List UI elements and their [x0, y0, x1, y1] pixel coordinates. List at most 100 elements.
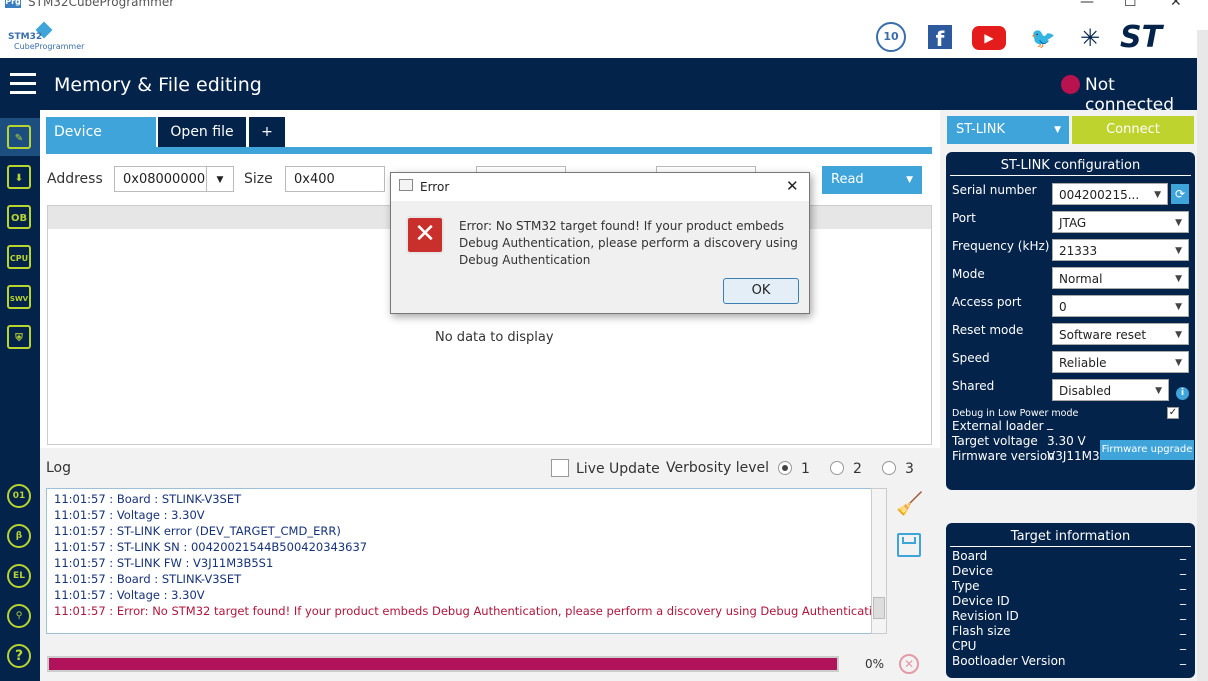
target-info-title: Target information [1010, 529, 1131, 544]
connection-status: Not connected [1085, 75, 1175, 115]
log-scrollbar[interactable] [871, 488, 887, 634]
live-update-checkbox[interactable] [551, 459, 569, 477]
save-log-icon[interactable] [897, 533, 921, 557]
menu-icon[interactable] [10, 73, 36, 95]
port-select[interactable]: JTAG ▼ [1052, 211, 1189, 233]
swv-icon[interactable]: SWV [7, 285, 31, 309]
logo-header [0, 10, 1208, 58]
address-input[interactable]: 0x08000000 ▼ [114, 166, 234, 192]
tab-open-file[interactable]: Open file [158, 117, 246, 147]
reset-mode-label: Reset mode [952, 323, 1024, 337]
shared-select[interactable]: Disabled ▼ [1052, 379, 1169, 401]
maximize-button[interactable]: ☐ [1124, 0, 1137, 10]
board-label: Board [952, 549, 988, 563]
log-output[interactable]: 11:01:57 : Board : STLINK-V3SET 11:01:57… [46, 488, 872, 634]
bootloader-version-label: Bootloader Version [952, 654, 1066, 668]
frequency-select[interactable]: 21333 ▼ [1052, 239, 1189, 261]
firmware-version-label: Firmware version [952, 449, 1055, 463]
log-line: 11:01:57 : Voltage : 3.30V [54, 588, 205, 602]
chevron-down-icon: ▼ [1175, 246, 1182, 256]
device-value: _ [1180, 561, 1186, 575]
chevron-down-icon: ▼ [1054, 125, 1061, 135]
debug-low-power-checkbox[interactable]: ✓ [1167, 407, 1179, 419]
tab-device-memory[interactable]: Device memory [46, 117, 156, 170]
facebook-icon[interactable]: f [928, 25, 952, 51]
dialog-title: Error [420, 180, 450, 194]
mode-label: Mode [952, 267, 985, 281]
network-icon[interactable]: ✳ [1076, 24, 1104, 52]
page-title: Memory & File editing [54, 74, 262, 96]
chevron-down-icon: ▼ [1175, 302, 1182, 312]
verbosity-radio-1[interactable] [778, 461, 792, 475]
download-icon[interactable]: ⬇ [7, 165, 31, 189]
chevron-down-icon: ▼ [1155, 386, 1162, 396]
firmware-upgrade-button[interactable]: Firmware upgrade [1100, 440, 1194, 460]
youtube-icon[interactable]: ▶ [972, 26, 1006, 50]
window-scrollbar[interactable] [1197, 30, 1208, 681]
info-icon[interactable]: i [1176, 387, 1189, 400]
board-value: _ [1180, 546, 1186, 560]
security-icon[interactable]: ⛨ [7, 325, 31, 349]
reset-mode-select[interactable]: Software reset ▼ [1052, 323, 1189, 345]
st-logo-icon[interactable]: ST [1120, 22, 1184, 54]
flash-size-value: _ [1180, 621, 1186, 635]
ob-icon[interactable]: OB [7, 205, 31, 229]
type-label: Type [952, 579, 980, 593]
cpu-icon[interactable]: CPU [7, 245, 31, 269]
target-voltage-value: 3.30 V [1047, 434, 1086, 448]
beta-icon[interactable]: β [7, 524, 31, 548]
anniversary-icon[interactable]: 10 [876, 22, 906, 52]
stm32cubeprogrammer-logo: STM32 CubeProgrammer [8, 21, 88, 52]
size-input[interactable]: 0x400 [285, 166, 385, 192]
twitter-icon[interactable]: 🐦 [1030, 26, 1056, 50]
target-voltage-label: Target voltage [952, 434, 1038, 448]
app-icon: Prg [5, 0, 21, 8]
link-icon[interactable]: ⚲ [7, 604, 31, 628]
access-port-label: Access port [952, 295, 1022, 309]
verbosity-radio-2[interactable] [830, 461, 844, 475]
verbosity-label: Verbosity level [666, 460, 770, 476]
refresh-icon[interactable]: ⟳ [1171, 184, 1189, 204]
speed-select[interactable]: Reliable ▼ [1052, 351, 1189, 373]
log-line: 11:01:57 : ST-LINK SN : 00420021544B5004… [54, 540, 368, 554]
ok-button[interactable]: OK [723, 278, 799, 304]
revision-id-label: Revision ID [952, 609, 1019, 623]
binary-icon[interactable]: 01 [7, 484, 31, 508]
el-icon[interactable]: EL [7, 564, 31, 588]
firmware-version-value: V3J11M3B [1047, 449, 1108, 463]
cancel-icon[interactable]: ✕ [899, 654, 919, 674]
log-label: Log [46, 460, 72, 476]
port-label: Port [952, 211, 976, 225]
tab-add[interactable]: + [249, 117, 285, 147]
cpu-value: _ [1180, 636, 1186, 650]
verbosity-level-1: 1 [801, 461, 810, 477]
probe-select[interactable]: ST-LINK ▼ [947, 116, 1069, 144]
edit-icon[interactable]: ✎ [7, 125, 31, 149]
verbosity-level-2: 2 [853, 461, 862, 477]
mode-select[interactable]: Normal ▼ [1052, 267, 1189, 289]
revision-id-value: _ [1180, 606, 1186, 620]
close-window-button[interactable]: ✕ [1170, 0, 1182, 10]
chevron-down-icon: ▼ [1175, 358, 1182, 368]
device-label: Device [952, 564, 994, 578]
debug-low-power-label: Debug in Low Power mode [952, 408, 1079, 419]
minimize-button[interactable]: — [1080, 0, 1094, 10]
chevron-down-icon: ▼ [906, 175, 913, 185]
access-port-select[interactable]: 0 ▼ [1052, 295, 1189, 317]
serial-number-select[interactable]: 004200215... ▼ [1052, 183, 1168, 205]
progress-bar [47, 656, 839, 672]
verbosity-radio-3[interactable] [882, 461, 896, 475]
chevron-down-icon[interactable]: ▼ [206, 167, 233, 191]
help-icon[interactable]: ? [7, 644, 31, 668]
sidebar [0, 110, 40, 681]
connection-status-icon [1061, 75, 1080, 94]
connect-button[interactable]: Connect [1072, 116, 1194, 144]
bootloader-version-value: _ [1180, 651, 1186, 665]
divider [950, 175, 1191, 176]
dialog-app-icon [399, 179, 413, 191]
address-label: Address [47, 171, 103, 187]
clear-log-icon[interactable]: 🧹 [896, 492, 923, 520]
dialog-close-button[interactable]: ✕ [786, 177, 799, 195]
serial-number-label: Serial number [952, 183, 1037, 197]
read-button[interactable]: Read ▼ [822, 166, 922, 194]
